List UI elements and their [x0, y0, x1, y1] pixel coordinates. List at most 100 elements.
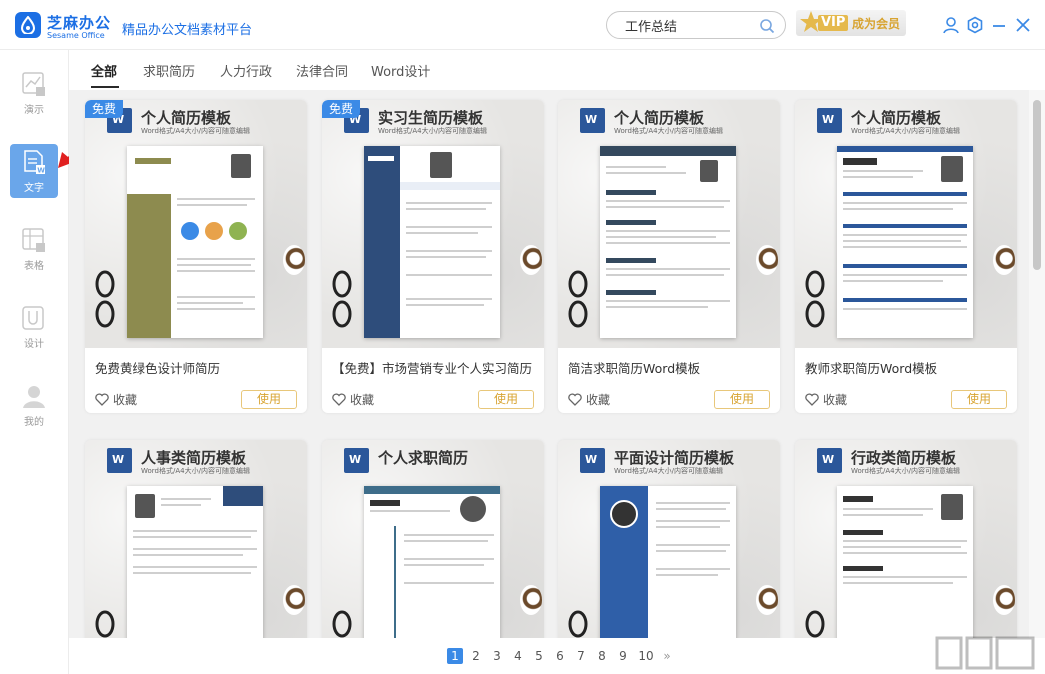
page-2[interactable]: 2: [468, 648, 484, 664]
template-preview[interactable]: W 平面设计简历模板 Word格式/A4大小/内容可随意编辑: [558, 440, 780, 638]
card-title[interactable]: 免费黄绿色设计师简历: [95, 358, 220, 377]
resume-preview: [837, 486, 973, 638]
word-icon: W: [580, 108, 605, 133]
template-preview[interactable]: W 实习生简历模板 Word格式/A4大小/内容可随意编辑 免费: [322, 100, 544, 348]
tab-all[interactable]: 全部: [91, 61, 117, 80]
template-card[interactable]: W 行政类简历模板 Word格式/A4大小/内容可随意编辑: [795, 440, 1017, 638]
page-7[interactable]: 7: [573, 648, 589, 664]
scrollbar-thumb[interactable]: [1033, 100, 1041, 270]
coffee-cup-decoration: [993, 245, 1015, 275]
sidebar-item-word[interactable]: W 文字: [10, 144, 58, 198]
template-card[interactable]: W 个人求职简历: [322, 440, 544, 638]
next-page-button[interactable]: »: [659, 648, 675, 664]
svg-text:W: W: [37, 167, 45, 175]
word-icon: W: [580, 448, 605, 473]
page-9[interactable]: 9: [615, 648, 631, 664]
logo-drop-icon: [20, 16, 36, 34]
vip-badge: VIP: [818, 15, 849, 31]
user-icon[interactable]: [942, 16, 960, 34]
sidebar-item-presentation[interactable]: 演示: [10, 66, 58, 120]
word-icon: W: [107, 448, 132, 473]
card-subtitle: Word格式/A4大小/内容可随意编辑: [614, 127, 723, 135]
resume-preview: [127, 486, 263, 638]
coffee-cup-decoration: [283, 245, 305, 275]
search-box[interactable]: [606, 11, 786, 39]
use-button[interactable]: 使用: [241, 390, 297, 409]
resume-preview: [127, 146, 263, 338]
template-preview[interactable]: W 人事类简历模板 Word格式/A4大小/内容可随意编辑: [85, 440, 307, 638]
search-icon[interactable]: [759, 18, 775, 34]
sidebar-item-label: 设计: [24, 339, 44, 350]
app-name: 芝麻办公: [47, 14, 112, 32]
presentation-icon: [22, 72, 45, 96]
resume-preview: [364, 486, 500, 638]
coffee-cup-decoration: [520, 245, 542, 275]
template-card[interactable]: W 实习生简历模板 Word格式/A4大小/内容可随意编辑 免费 【免费】市场营…: [322, 100, 544, 413]
vip-button[interactable]: VIP 成为会员: [796, 10, 906, 36]
card-title[interactable]: 教师求职简历Word模板: [805, 358, 937, 377]
template-card[interactable]: W 个人简历模板 Word格式/A4大小/内容可随意编辑: [558, 100, 780, 413]
template-preview[interactable]: W 个人简历模板 Word格式/A4大小/内容可随意编辑: [558, 100, 780, 348]
template-preview[interactable]: W 个人求职简历: [322, 440, 544, 638]
favorite-label: 收藏: [823, 393, 848, 407]
use-button[interactable]: 使用: [478, 390, 534, 409]
template-grid: W 个人简历模板 Word格式/A4大小/内容可随意编辑 免费 免费黄绿色设计师…: [69, 90, 1029, 638]
card-subtitle: Word格式/A4大小/内容可随意编辑: [378, 127, 487, 135]
tab-word-design[interactable]: Word设计: [371, 61, 430, 80]
close-icon[interactable]: [1014, 16, 1032, 34]
tab-legal-contract[interactable]: 法律合同: [296, 61, 348, 80]
glasses-decoration: [95, 270, 115, 328]
page-3[interactable]: 3: [489, 648, 505, 664]
template-preview[interactable]: W 个人简历模板 Word格式/A4大小/内容可随意编辑: [795, 100, 1017, 348]
coffee-cup-decoration: [283, 585, 305, 615]
favorite-button[interactable]: 收藏: [568, 391, 610, 408]
coffee-cup-decoration: [756, 585, 778, 615]
heart-icon: [95, 393, 109, 406]
heart-icon: [568, 393, 582, 406]
card-title[interactable]: 简洁求职简历Word模板: [568, 358, 700, 377]
template-card[interactable]: W 个人简历模板 Word格式/A4大小/内容可随意编辑: [85, 100, 307, 413]
favorite-button[interactable]: 收藏: [805, 391, 847, 408]
glasses-decoration: [805, 610, 825, 638]
tab-hr-admin[interactable]: 人力行政: [220, 61, 272, 80]
coffee-cup-decoration: [756, 245, 778, 275]
app-header: 芝麻办公 Sesame Office 精品办公文档素材平台 VIP 成为会员: [0, 0, 1045, 50]
favorite-button[interactable]: 收藏: [95, 391, 137, 408]
card-heading: 平面设计简历模板: [614, 449, 735, 467]
sidebar-item-mine[interactable]: 我的: [10, 378, 58, 432]
page-5[interactable]: 5: [531, 648, 547, 664]
search-input[interactable]: [625, 17, 755, 34]
use-button[interactable]: 使用: [714, 390, 770, 409]
page-4[interactable]: 4: [510, 648, 526, 664]
sidebar-item-spreadsheet[interactable]: 表格: [10, 222, 58, 276]
heart-icon: [332, 393, 346, 406]
template-card[interactable]: W 平面设计简历模板 Word格式/A4大小/内容可随意编辑: [558, 440, 780, 638]
page-1[interactable]: 1: [447, 648, 463, 664]
page-10[interactable]: 10: [636, 648, 656, 664]
resume-preview: [364, 146, 500, 338]
word-icon: W: [344, 448, 369, 473]
template-preview[interactable]: W 行政类简历模板 Word格式/A4大小/内容可随意编辑: [795, 440, 1017, 638]
card-title[interactable]: 【免费】市场营销专业个人实习简历: [332, 358, 532, 377]
card-heading: 实习生简历模板: [378, 109, 484, 127]
word-icon: W: [817, 108, 842, 133]
favorite-button[interactable]: 收藏: [332, 391, 374, 408]
page-6[interactable]: 6: [552, 648, 568, 664]
minimize-icon[interactable]: [990, 16, 1008, 34]
use-button[interactable]: 使用: [951, 390, 1007, 409]
glasses-decoration: [568, 270, 588, 328]
template-card[interactable]: W 个人简历模板 Word格式/A4大小/内容可随意编辑: [795, 100, 1017, 413]
tab-resume[interactable]: 求职简历: [143, 61, 195, 80]
template-card[interactable]: W 人事类简历模板 Word格式/A4大小/内容可随意编辑: [85, 440, 307, 638]
template-preview[interactable]: W 个人简历模板 Word格式/A4大小/内容可随意编辑: [85, 100, 307, 348]
card-subtitle: Word格式/A4大小/内容可随意编辑: [141, 467, 250, 475]
watermark-logo: [935, 636, 1035, 670]
page-8[interactable]: 8: [594, 648, 610, 664]
app-name-en: Sesame Office: [47, 31, 105, 40]
glasses-decoration: [95, 610, 115, 638]
settings-icon[interactable]: [966, 16, 984, 34]
active-tab-indicator: [91, 86, 119, 88]
sidebar-item-design[interactable]: 设计: [10, 300, 58, 354]
word-document-icon: W: [24, 150, 45, 175]
favorite-label: 收藏: [350, 393, 375, 407]
